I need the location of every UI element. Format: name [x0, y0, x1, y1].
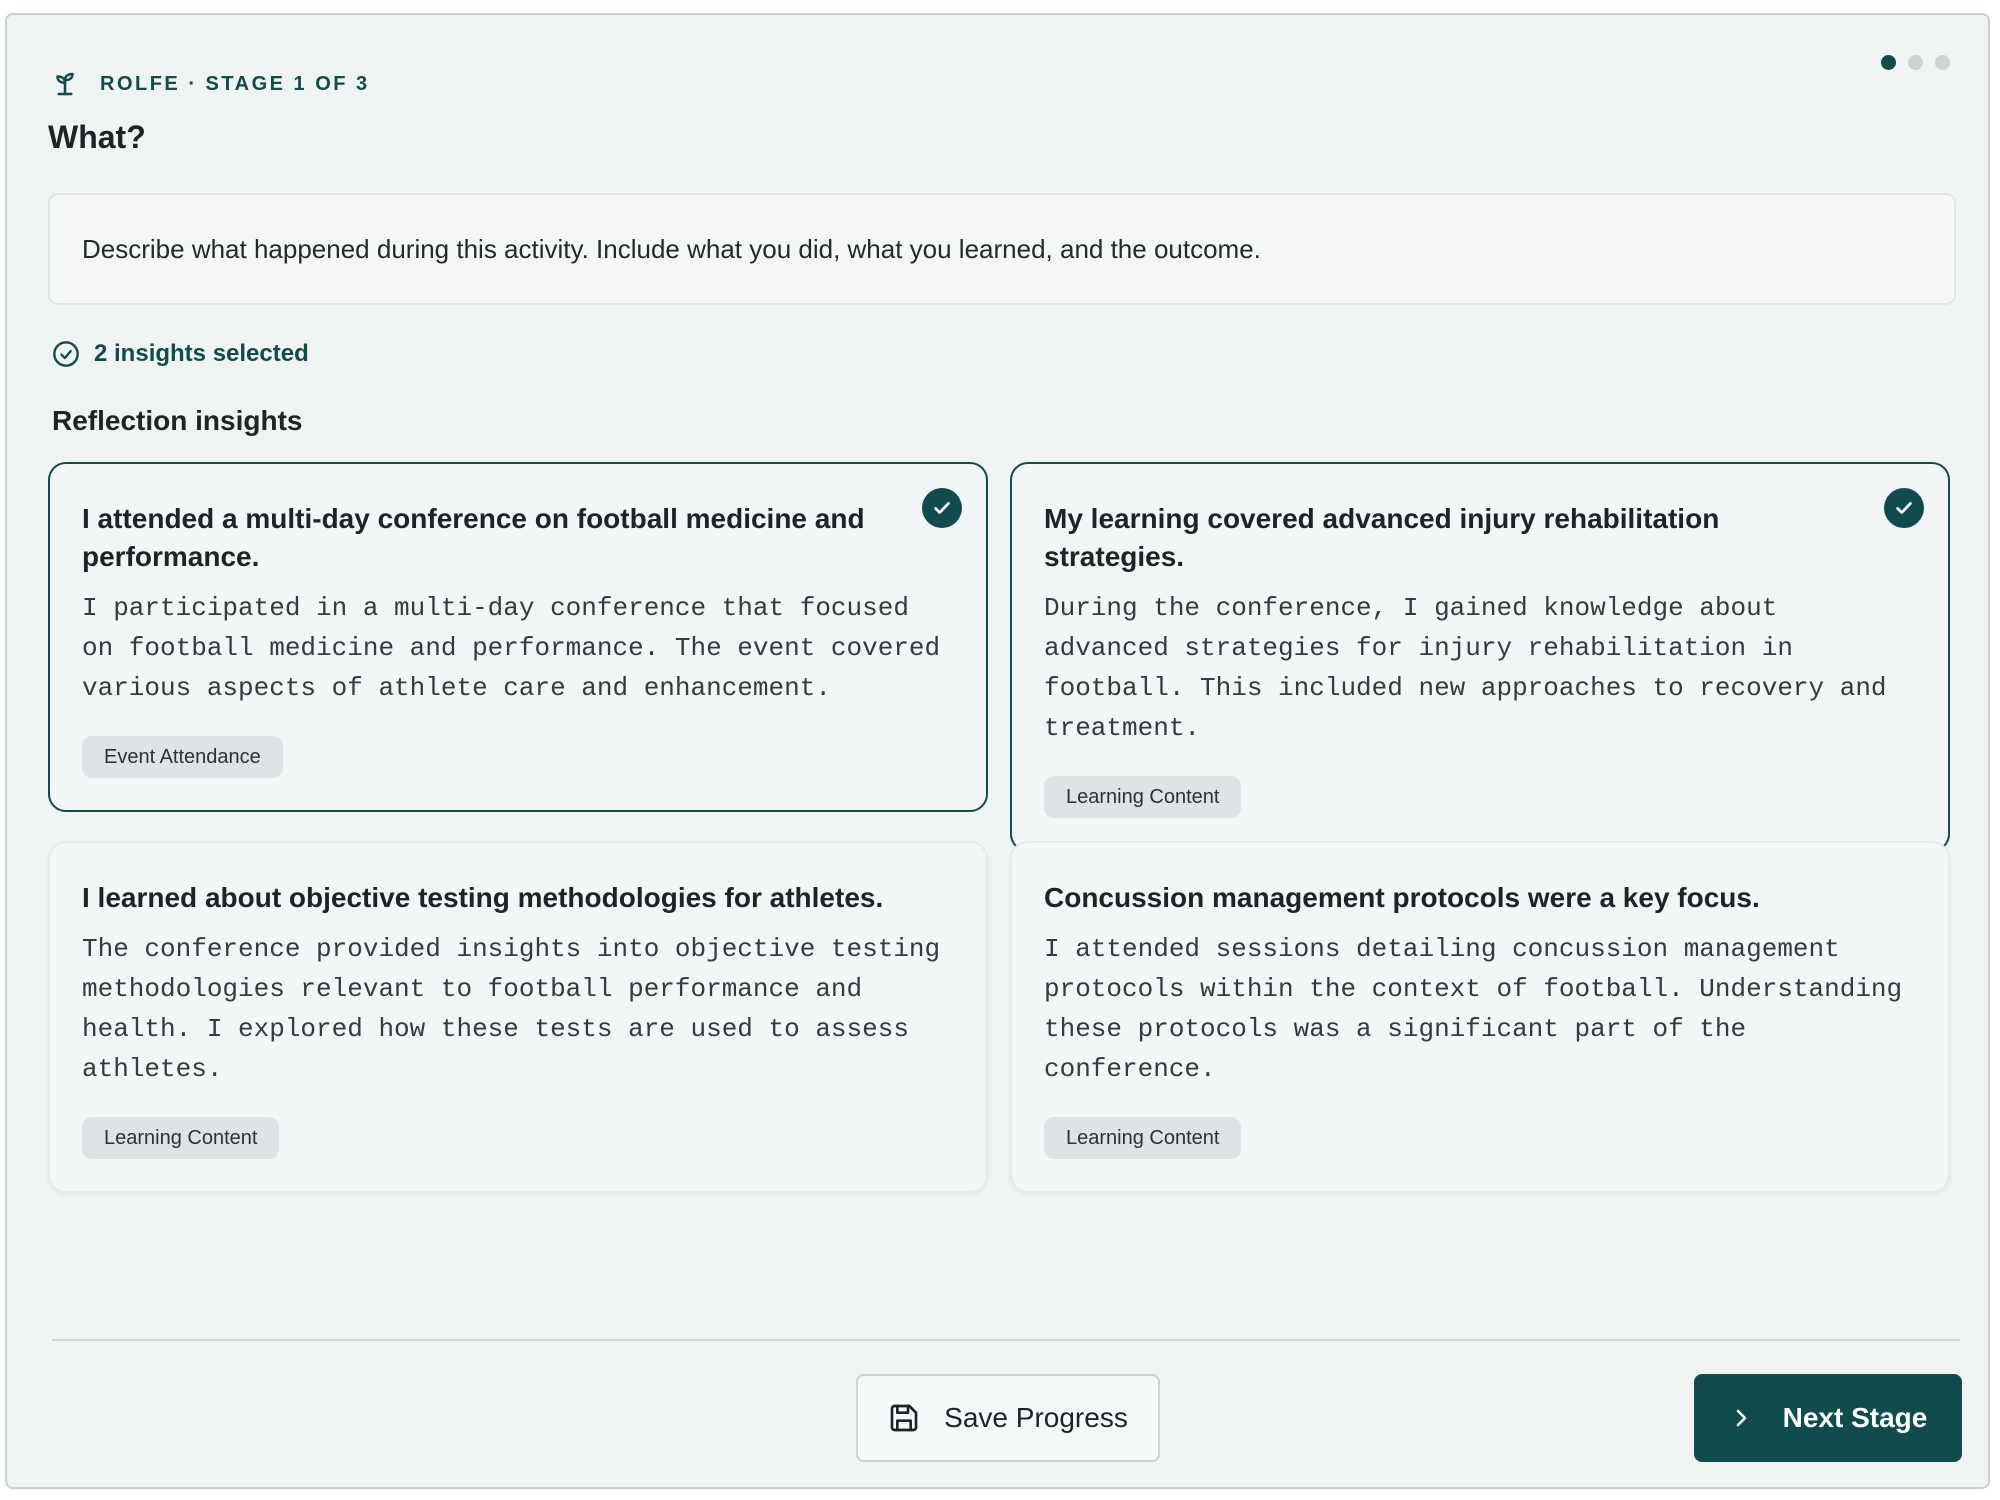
insight-title: I attended a multi-day conference on foo…	[82, 503, 865, 572]
prompt-box: Describe what happened during this activ…	[48, 193, 1956, 305]
stage-label-text: ROLFE · STAGE 1 OF 3	[100, 72, 370, 95]
insight-tag: Learning Content	[1044, 776, 1242, 818]
selected-count: 2 insights selected	[52, 340, 309, 368]
selected-count-text: 2 insights selected	[94, 340, 309, 367]
insight-card-2[interactable]: My learning covered advanced injury reha…	[1010, 462, 1950, 852]
insight-title: My learning covered advanced injury reha…	[1044, 503, 1720, 572]
check-circle-icon	[53, 341, 79, 367]
stage-dot-2	[1908, 55, 1923, 70]
insight-title: Concussion management protocols were a k…	[1044, 882, 1760, 913]
reflection-panel: ROLFE · STAGE 1 OF 3 What? Describe what…	[5, 13, 1990, 1489]
stage-dot-1	[1881, 55, 1896, 70]
page-title: What?	[48, 119, 146, 155]
insight-tag: Learning Content	[82, 1117, 280, 1159]
insight-card-1[interactable]: I attended a multi-day conference on foo…	[48, 462, 988, 812]
footer-divider	[52, 1339, 1960, 1341]
insight-card-4[interactable]: Concussion management protocols were a k…	[1010, 841, 1950, 1193]
floppy-disk-icon	[890, 1404, 918, 1432]
section-title: Reflection insights	[52, 405, 303, 436]
next-stage-label: Next Stage	[1782, 1402, 1928, 1433]
next-stage-button[interactable]: Next Stage	[1694, 1374, 1962, 1462]
save-progress-label: Save Progress	[944, 1402, 1128, 1433]
insight-body: I participated in a multi-day conference…	[82, 593, 941, 703]
insight-tag: Learning Content	[1044, 1117, 1242, 1159]
stage-progress-dots	[1881, 55, 1950, 70]
selected-check-icon	[922, 488, 962, 528]
insight-card-3[interactable]: I learned about objective testing method…	[48, 841, 988, 1193]
save-progress-button[interactable]: Save Progress	[856, 1374, 1160, 1462]
insight-body: The conference provided insights into ob…	[82, 934, 941, 1084]
chevron-right-icon	[1736, 1409, 1746, 1427]
selected-check-icon	[1884, 488, 1924, 528]
sprout-icon	[56, 72, 74, 96]
stage-dot-3	[1935, 55, 1950, 70]
stage-label: ROLFE · STAGE 1 OF 3	[50, 69, 370, 99]
insight-body: I attended sessions detailing concussion…	[1044, 934, 1903, 1084]
prompt-text: Describe what happened during this activ…	[82, 233, 1261, 264]
insight-title: I learned about objective testing method…	[82, 882, 884, 913]
insight-tag: Event Attendance	[82, 736, 283, 778]
insight-body: During the conference, I gained knowledg…	[1044, 593, 1887, 743]
